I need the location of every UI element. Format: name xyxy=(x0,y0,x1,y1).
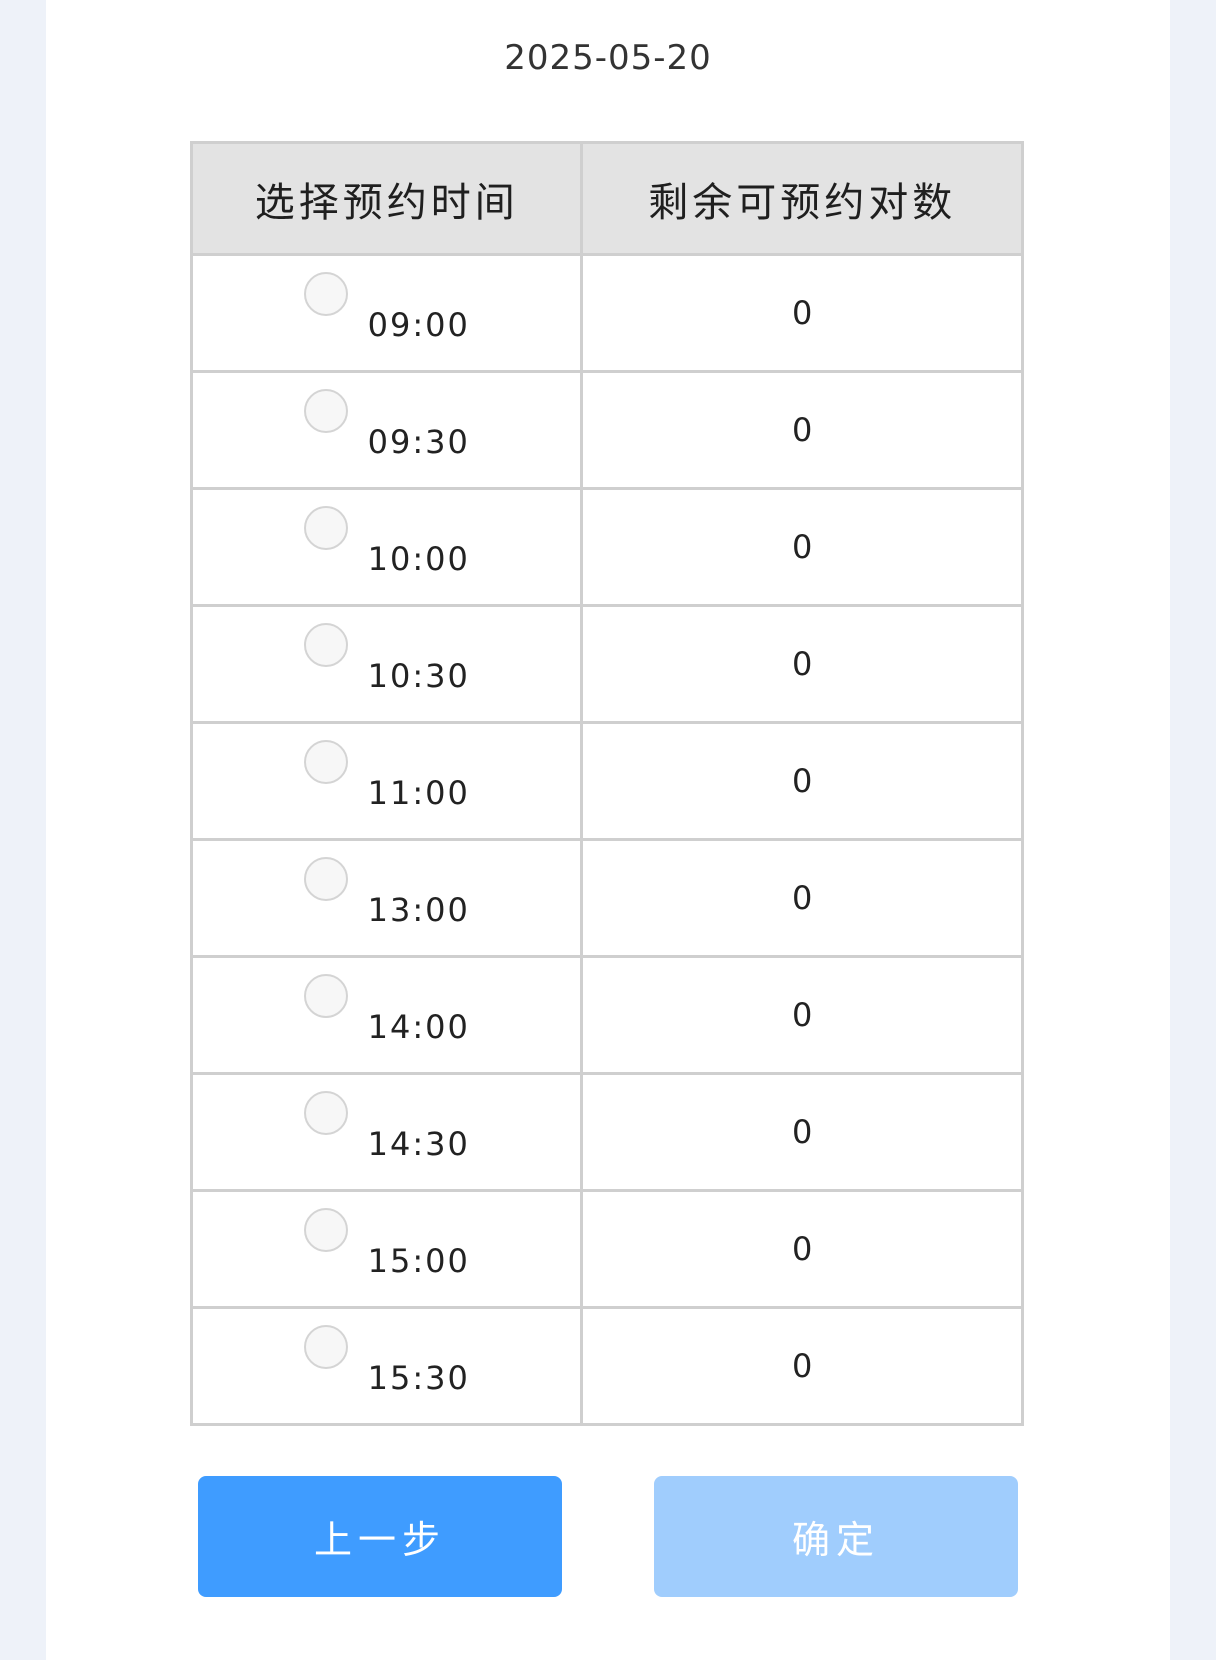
time-cell[interactable]: 14:00 xyxy=(189,955,584,1075)
time-option[interactable]: 09:30 xyxy=(303,389,470,465)
header-remaining-count: 剩余可预约对数 xyxy=(580,141,1024,256)
time-label: 10:30 xyxy=(367,657,470,695)
previous-step-button[interactable]: 上一步 xyxy=(198,1476,562,1597)
remaining-count: 0 xyxy=(792,1230,813,1268)
time-label: 14:30 xyxy=(367,1125,470,1163)
time-radio[interactable] xyxy=(303,1091,348,1135)
time-option[interactable]: 15:00 xyxy=(303,1208,470,1284)
remaining-count: 0 xyxy=(792,411,813,449)
time-option[interactable]: 14:00 xyxy=(303,974,470,1050)
time-option[interactable]: 10:00 xyxy=(303,506,470,582)
appointment-panel: 2025-05-20 选择预约时间 剩余可预约对数 09:00 0 09:30 … xyxy=(46,0,1170,1660)
table-row: 09:00 0 xyxy=(189,253,1024,373)
time-radio[interactable] xyxy=(303,506,348,550)
remaining-cell: 0 xyxy=(580,721,1024,841)
time-option[interactable]: 15:30 xyxy=(303,1325,470,1401)
time-radio[interactable] xyxy=(303,857,348,901)
time-cell[interactable]: 13:00 xyxy=(189,838,584,958)
remaining-cell: 0 xyxy=(580,370,1024,490)
remaining-cell: 0 xyxy=(580,838,1024,958)
time-label: 14:00 xyxy=(367,1008,470,1046)
time-option[interactable]: 13:00 xyxy=(303,857,470,933)
time-option[interactable]: 09:00 xyxy=(303,272,470,348)
table-header-row: 选择预约时间 剩余可预约对数 xyxy=(189,141,1024,256)
time-radio[interactable] xyxy=(303,740,348,784)
time-cell[interactable]: 09:30 xyxy=(189,370,584,490)
time-radio[interactable] xyxy=(303,1325,348,1369)
time-label: 15:00 xyxy=(367,1242,470,1280)
remaining-count: 0 xyxy=(792,1347,813,1385)
remaining-cell: 0 xyxy=(580,487,1024,607)
remaining-count: 0 xyxy=(792,645,813,683)
time-label: 10:00 xyxy=(367,540,470,578)
table-row: 10:00 0 xyxy=(189,487,1024,607)
confirm-button[interactable]: 确定 xyxy=(654,1476,1018,1597)
remaining-cell: 0 xyxy=(580,253,1024,373)
table-row: 15:30 0 xyxy=(189,1306,1024,1426)
header-select-time: 选择预约时间 xyxy=(189,141,584,256)
table-row: 15:00 0 xyxy=(189,1189,1024,1309)
table-row: 11:00 0 xyxy=(189,721,1024,841)
time-cell[interactable]: 14:30 xyxy=(189,1072,584,1192)
remaining-count: 0 xyxy=(792,1113,813,1151)
time-label: 09:30 xyxy=(367,423,470,461)
time-option[interactable]: 14:30 xyxy=(303,1091,470,1167)
time-radio[interactable] xyxy=(303,623,348,667)
time-label: 13:00 xyxy=(367,891,470,929)
table-row: 09:30 0 xyxy=(189,370,1024,490)
time-label: 11:00 xyxy=(367,774,470,812)
remaining-cell: 0 xyxy=(580,604,1024,724)
table-row: 14:00 0 xyxy=(189,955,1024,1075)
time-cell[interactable]: 10:30 xyxy=(189,604,584,724)
remaining-cell: 0 xyxy=(580,955,1024,1075)
table-row: 13:00 0 xyxy=(189,838,1024,958)
remaining-count: 0 xyxy=(792,294,813,332)
remaining-count: 0 xyxy=(792,996,813,1034)
time-cell[interactable]: 11:00 xyxy=(189,721,584,841)
time-radio[interactable] xyxy=(303,272,348,316)
time-cell[interactable]: 10:00 xyxy=(189,487,584,607)
time-cell[interactable]: 15:00 xyxy=(189,1189,584,1309)
time-option[interactable]: 11:00 xyxy=(303,740,470,816)
time-radio[interactable] xyxy=(303,389,348,433)
table-row: 14:30 0 xyxy=(189,1072,1024,1192)
time-radio[interactable] xyxy=(303,974,348,1018)
remaining-count: 0 xyxy=(792,528,813,566)
remaining-cell: 0 xyxy=(580,1306,1024,1426)
remaining-count: 0 xyxy=(792,762,813,800)
time-slot-table: 选择预约时间 剩余可预约对数 09:00 0 09:30 0 10:00 0 1… xyxy=(189,141,1024,1426)
time-radio[interactable] xyxy=(303,1208,348,1252)
time-label: 09:00 xyxy=(367,306,470,344)
remaining-cell: 0 xyxy=(580,1072,1024,1192)
time-option[interactable]: 10:30 xyxy=(303,623,470,699)
table-row: 10:30 0 xyxy=(189,604,1024,724)
selected-date: 2025-05-20 xyxy=(504,38,712,78)
time-label: 15:30 xyxy=(367,1359,470,1397)
remaining-count: 0 xyxy=(792,879,813,917)
remaining-cell: 0 xyxy=(580,1189,1024,1309)
time-cell[interactable]: 09:00 xyxy=(189,253,584,373)
time-cell[interactable]: 15:30 xyxy=(189,1306,584,1426)
